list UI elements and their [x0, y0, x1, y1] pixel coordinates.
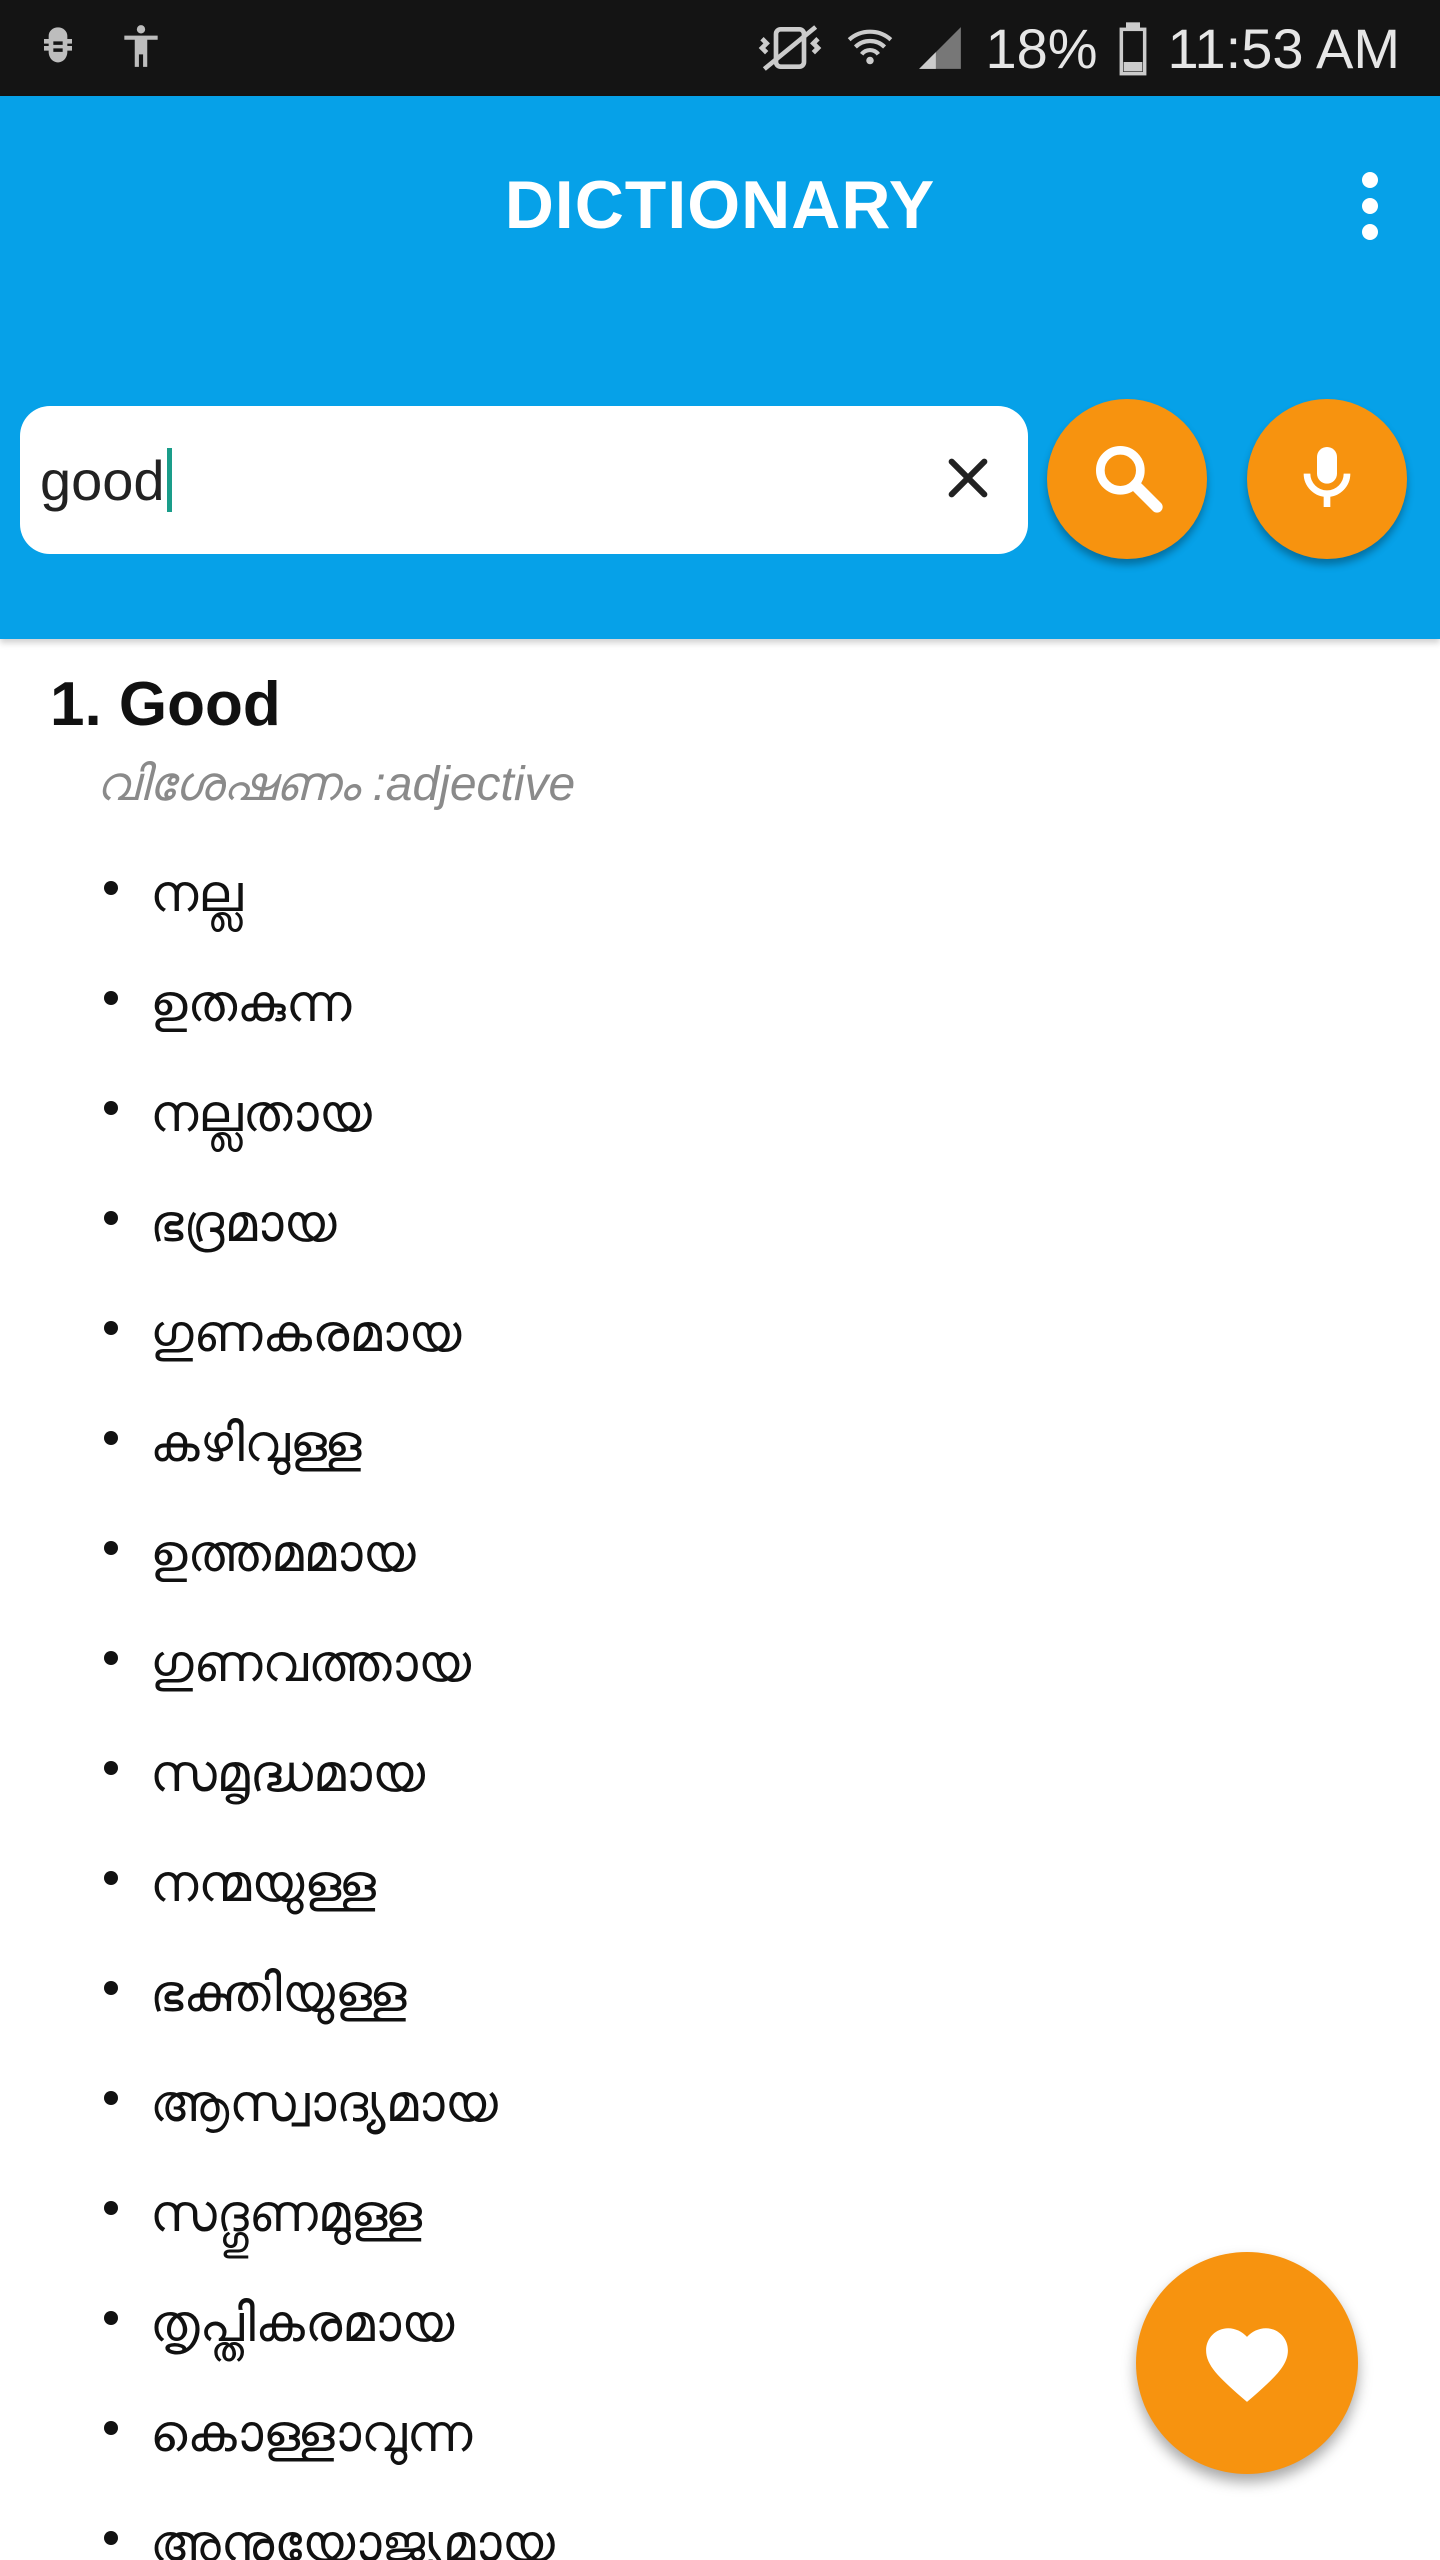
list-item: അനുയോജ്യമായ	[100, 2489, 555, 2560]
meaning-text: കൊള്ളാവുന്ന	[150, 2404, 473, 2464]
meaning-text: സദ്ഗുണമുള്ള	[150, 2184, 423, 2244]
clear-button[interactable]	[928, 440, 1008, 520]
voice-search-button[interactable]	[1247, 399, 1407, 559]
more-vert-icon-dot	[1362, 198, 1378, 214]
bullet	[104, 1321, 118, 1335]
list-item: നല്ല	[100, 839, 555, 949]
favorite-button[interactable]	[1136, 2252, 1358, 2474]
bullet	[104, 2531, 118, 2545]
meaning-text: ഭക്തിയുള്ള	[150, 1964, 407, 2024]
list-item: ഉതകുന്ന	[100, 949, 555, 1059]
bullet	[104, 1761, 118, 1775]
wifi-icon	[845, 20, 895, 76]
signal-icon	[915, 20, 965, 76]
meaning-text: ഉതകുന്ന	[150, 974, 352, 1034]
bullet	[104, 991, 118, 1005]
list-item: സമൃദ്ധമായ	[100, 1719, 555, 1829]
list-item: ഭക്തിയുള്ള	[100, 1939, 555, 2049]
more-vert-icon	[1362, 172, 1378, 188]
meaning-text: ഭദ്രമായ	[150, 1194, 337, 1254]
meaning-text: നന്മയുള്ള	[150, 1854, 376, 1914]
meaning-text: ഉത്തമമായ	[150, 1524, 416, 1584]
overflow-menu-button[interactable]	[1340, 166, 1400, 246]
status-left-icons	[30, 18, 166, 74]
app-bar: DICTIONARY good	[0, 96, 1440, 639]
list-item: സദ്ഗുണമുള്ള	[100, 2159, 555, 2269]
text-caret	[166, 448, 172, 512]
bullet	[104, 1431, 118, 1445]
bullet	[104, 2311, 118, 2325]
more-vert-icon-dot	[1362, 224, 1378, 240]
battery-icon	[1118, 20, 1148, 76]
list-item: നന്മയുള്ള	[100, 1829, 555, 1939]
search-input-value: good	[40, 448, 165, 512]
mic-icon	[1287, 437, 1367, 521]
meaning-text: നല്ലതായ	[150, 1084, 372, 1144]
list-item: ആസ്വാദ്യമായ	[100, 2049, 555, 2159]
search-input[interactable]: good	[40, 406, 172, 554]
bullet	[104, 881, 118, 895]
meaning-text: അനുയോജ്യമായ	[150, 2514, 555, 2560]
list-item: കൊള്ളാവുന്ന	[100, 2379, 555, 2489]
bullet	[104, 2091, 118, 2105]
part-of-speech-label: വിശേഷണം :adjective	[96, 758, 576, 811]
bullet	[104, 2201, 118, 2215]
page-title: DICTIONARY	[504, 167, 936, 243]
list-item: നല്ലതായ	[100, 1059, 555, 1169]
meaning-text: ആസ്വാദ്യമായ	[150, 2074, 498, 2134]
search-icon	[1087, 437, 1167, 521]
meaning-text: നല്ല	[150, 864, 243, 924]
meaning-text: ഗുണവത്തായ	[150, 1634, 471, 1694]
meaning-text: കഴിവുള്ള	[150, 1414, 362, 1474]
list-item: ഗുണകരമായ	[100, 1279, 555, 1389]
bullet	[104, 1211, 118, 1225]
status-right-icons: 18% 11:53 AM	[755, 0, 1400, 96]
status-bar: 18% 11:53 AM	[0, 0, 1440, 96]
bullet	[104, 1101, 118, 1115]
clock: 11:53 AM	[1167, 16, 1400, 80]
search-button[interactable]	[1047, 399, 1207, 559]
meaning-text: തൃപ്തികരമായ	[150, 2294, 455, 2354]
list-item: ഭദ്രമായ	[100, 1169, 555, 1279]
accessibility-icon	[116, 18, 166, 74]
bullet	[104, 1871, 118, 1885]
bullet	[104, 2421, 118, 2435]
meaning-text: സമൃദ്ധമായ	[150, 1744, 426, 1804]
heart-icon	[1197, 2316, 1297, 2410]
list-item: ഉത്തമമായ	[100, 1499, 555, 1609]
list-item: ഗുണവത്തായ	[100, 1609, 555, 1719]
vibrate-off-icon	[755, 20, 825, 76]
meaning-text: ഗുണകരമായ	[150, 1304, 462, 1364]
bug-icon	[30, 18, 86, 74]
search-box: good	[20, 406, 1028, 554]
bullet	[104, 1981, 118, 1995]
list-item: കഴിവുള്ള	[100, 1389, 555, 1499]
battery-percent: 18%	[985, 16, 1098, 80]
bullet	[104, 1651, 118, 1665]
meaning-list: നല്ല ഉതകുന്ന നല്ലതായ ഭദ്രമായ ഗുണകരമായ കഴ…	[100, 839, 555, 2560]
close-icon	[940, 450, 996, 510]
entry-title: 1. Good	[50, 670, 281, 739]
list-item: തൃപ്തികരമായ	[100, 2269, 555, 2379]
bullet	[104, 1541, 118, 1555]
